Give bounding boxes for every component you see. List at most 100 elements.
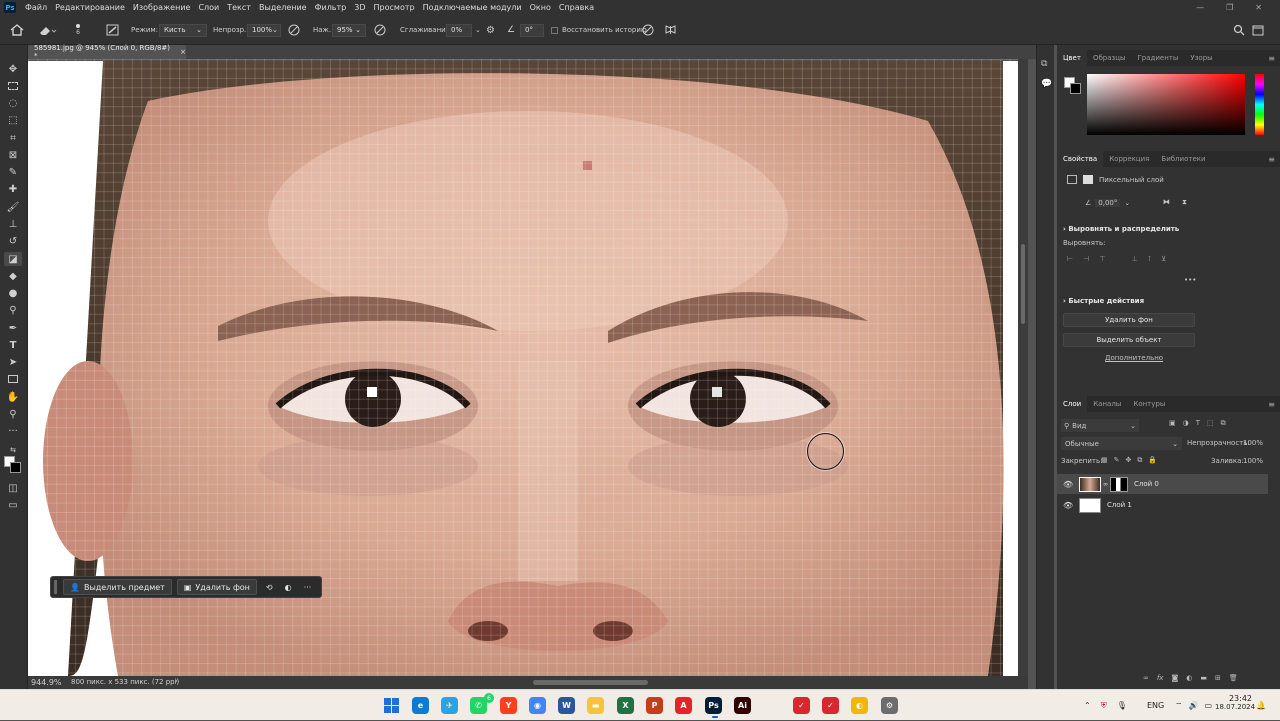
frame-tool[interactable]: ⊠ [4, 148, 22, 162]
chevron-down-icon[interactable]: ⌄ [1124, 199, 1130, 207]
zoom-level[interactable]: 944.9% [31, 678, 62, 687]
taskbar-app-app-gray[interactable]: ⚙ [881, 697, 898, 714]
taskbar-app-telegram[interactable]: ✈ [441, 697, 458, 714]
taskbar-app-app-red-1[interactable]: ✓ [793, 697, 810, 714]
taskbar-app-acrobat[interactable]: A [675, 697, 692, 714]
tab-color[interactable]: Цвет [1057, 50, 1087, 66]
tab-libraries[interactable]: Библиотеки [1155, 151, 1211, 167]
flip-vertical-button[interactable]: ⧗ [1182, 198, 1187, 207]
layer-filter-select[interactable]: ⚲ Вид ⌄ [1061, 419, 1139, 432]
panel-menu-icon[interactable]: ≡ [1268, 155, 1275, 164]
align-more-button[interactable]: ••• [1184, 276, 1196, 284]
menu-file[interactable]: Файл [21, 3, 51, 12]
angle-value[interactable]: 0,00° [1095, 199, 1121, 207]
default-colors-button[interactable]: ⇆ [4, 443, 22, 457]
menu-3d[interactable]: 3D [350, 3, 369, 12]
gradient-tool[interactable]: ◆ [4, 269, 22, 283]
brush-settings-button[interactable] [106, 15, 119, 45]
align-left-icon[interactable]: ⊢ [1067, 255, 1073, 263]
edit-toolbar-button[interactable]: ··· [4, 424, 22, 438]
brush-tool[interactable]: 🖌 [4, 200, 22, 214]
mode-select[interactable]: Кисть ⌄ [159, 23, 207, 37]
pressure-size-button[interactable] [642, 15, 655, 45]
flip-horizontal-button[interactable]: ⧓ [1163, 198, 1170, 206]
filter-type-icon[interactable]: T [1196, 419, 1200, 428]
taskbar-app-photoshop[interactable]: Ps [705, 697, 722, 714]
menu-select[interactable]: Выделение [255, 3, 311, 12]
align-center-h-icon[interactable]: ⊣ [1083, 255, 1089, 263]
menu-image[interactable]: Изображение [129, 3, 195, 12]
smoothing-options-button[interactable]: ⚙ [486, 15, 495, 45]
filter-adjustment-icon[interactable]: ◑ [1183, 419, 1189, 428]
document-tab[interactable]: 585981.jpg @ 945% (Слой 0, RGB/8#) * × [28, 44, 186, 60]
marquee-tool[interactable] [4, 79, 22, 93]
workspace-button[interactable] [1252, 15, 1264, 45]
taskbar-app-chrome[interactable]: ◉ [529, 697, 546, 714]
layer-row-layer-0[interactable]: 👁 ∞ Слой 0 [1057, 474, 1268, 494]
clock[interactable]: 23:42 18.07.2024 [1215, 694, 1255, 711]
background-color-swatch[interactable] [10, 462, 21, 473]
taskbar-app-app-yellow[interactable]: ◐ [851, 697, 868, 714]
menu-plugins[interactable]: Подключаемые модули [419, 3, 526, 12]
select-object-quick-button[interactable]: Выделить объект [1063, 333, 1195, 347]
tab-paths[interactable]: Контуры [1127, 396, 1171, 412]
link-layers-icon[interactable]: ∞ [1143, 674, 1149, 682]
symmetry-button[interactable] [664, 15, 677, 45]
notifications-button[interactable]: 🔔 [1256, 690, 1266, 721]
hand-tool[interactable]: ✋ [4, 390, 22, 404]
transform-button[interactable]: ⟲ [260, 579, 279, 595]
language-indicator[interactable]: ENG [1147, 690, 1164, 721]
restore-button[interactable]: ❐ [1226, 3, 1233, 12]
lock-artboard-icon[interactable]: ⧉ [1137, 456, 1142, 465]
home-button[interactable] [10, 15, 24, 45]
lock-all-icon[interactable]: 🔒 [1148, 456, 1157, 465]
menu-layers[interactable]: Слои [194, 3, 223, 12]
eraser-tool[interactable]: ◪ [4, 252, 22, 266]
filter-smart-icon[interactable]: ⧉ [1221, 419, 1226, 428]
healing-brush-tool[interactable]: ✚ [4, 182, 22, 196]
pressure-input[interactable]: 95% ⌄ [332, 23, 366, 37]
adjustment-button[interactable]: ◐ [279, 579, 298, 595]
add-mask-icon[interactable]: ◙ [1171, 674, 1178, 682]
smoothing-dropdown[interactable]: ⌄ [475, 15, 481, 45]
menu-filter[interactable]: Фильтр [311, 3, 351, 12]
tool-preset-picker[interactable] [38, 15, 58, 45]
minimize-button[interactable]: — [1196, 3, 1204, 12]
clone-stamp-tool[interactable]: ⊥ [4, 217, 22, 231]
crop-tool[interactable]: ⌗ [4, 131, 22, 145]
close-tab-button[interactable]: × [180, 48, 186, 56]
new-layer-icon[interactable]: ⊞ [1215, 674, 1221, 682]
restore-history-checkbox[interactable]: Восстановить историю [551, 15, 647, 45]
align-top-icon[interactable]: ⊥ [1131, 255, 1137, 263]
align-bottom-icon[interactable]: ⊻ [1161, 255, 1166, 263]
status-menu-arrow[interactable]: › [175, 677, 178, 685]
pen-tool[interactable]: ✒ [4, 321, 22, 335]
pressure-opacity-button[interactable] [288, 15, 301, 45]
align-section-header[interactable]: › Выровнять и распределить [1063, 225, 1179, 233]
airbrush-button[interactable] [373, 15, 387, 45]
menu-edit[interactable]: Редактирование [51, 3, 129, 12]
align-right-icon[interactable]: ⊤ [1099, 255, 1105, 263]
tab-gradients[interactable]: Градиенты [1132, 50, 1185, 66]
zoom-tool[interactable]: ⚲ [4, 407, 22, 421]
blur-tool[interactable]: ● [4, 286, 22, 300]
horizontal-scroll-thumb[interactable] [533, 680, 648, 685]
quick-mask-button[interactable]: ◫ [4, 481, 22, 495]
layer-opacity-value[interactable]: 100% [1243, 439, 1263, 447]
tab-adjustments[interactable]: Коррекция [1103, 151, 1155, 167]
menu-view[interactable]: Просмотр [370, 3, 419, 12]
more-options-button[interactable]: ··· [298, 579, 318, 595]
taskbar-app-explorer[interactable]: ▬ [587, 697, 604, 714]
lasso-tool[interactable]: ◌ [4, 96, 22, 110]
vertical-scroll-thumb[interactable] [1021, 244, 1025, 324]
taskbar-app-app-red-2[interactable]: ✓ [822, 697, 839, 714]
tab-patterns[interactable]: Узоры [1184, 50, 1218, 66]
comments-panel-button[interactable]: 💬 [1041, 79, 1052, 89]
microphone-icon[interactable]: 🎙 [1117, 701, 1127, 710]
eyedropper-tool[interactable]: ✎ [4, 165, 22, 179]
panel-menu-icon[interactable]: ≡ [1268, 400, 1275, 409]
tray-status-icons[interactable]: ⌔ 🔊 ▭ [1175, 690, 1212, 721]
menu-help[interactable]: Справка [555, 3, 598, 12]
quick-actions-header[interactable]: › Быстрые действия [1063, 297, 1144, 305]
opacity-input[interactable]: 100% ⌄ [247, 23, 281, 37]
